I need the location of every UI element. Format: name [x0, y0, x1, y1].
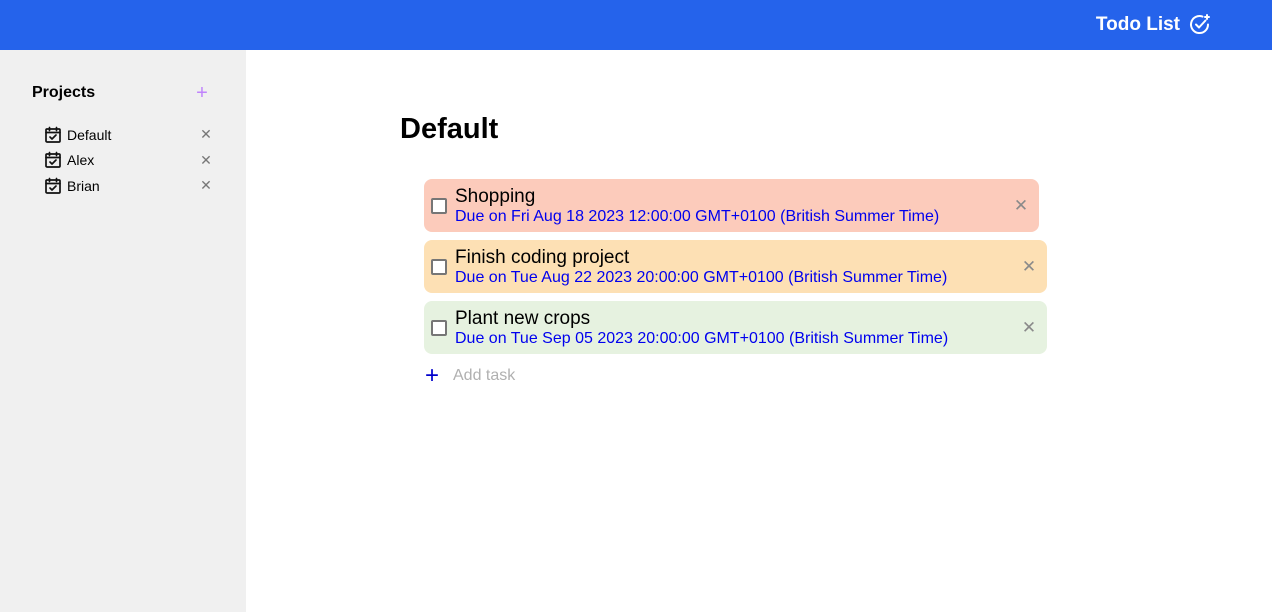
add-task-input[interactable]: [453, 367, 653, 385]
calendar-check-icon: [44, 177, 62, 195]
task-item[interactable]: Finish coding project Due on Tue Aug 22 …: [424, 240, 1047, 293]
task-name: Plant new crops: [455, 307, 591, 329]
add-project-button[interactable]: +: [192, 83, 212, 103]
project-name: Brian: [67, 177, 100, 194]
sidebar: Projects + Default ✕ Alex ✕ Brian ✕: [0, 50, 246, 612]
task-due-date: Due on Tue Sep 05 2023 20:00:00 GMT+0100…: [455, 329, 949, 347]
project-item-default[interactable]: Default ✕: [44, 122, 214, 148]
task-checkbox[interactable]: [431, 258, 447, 275]
task-checkbox[interactable]: [431, 197, 447, 214]
delete-task-button[interactable]: ✕: [1020, 257, 1038, 277]
app-header: Todo List: [0, 0, 1272, 50]
app-title-text: Todo List: [1095, 14, 1180, 35]
check-badge-icon: [1188, 13, 1212, 37]
projects-title: Projects: [32, 84, 96, 101]
delete-project-button[interactable]: ✕: [198, 177, 214, 194]
calendar-check-icon: [44, 151, 62, 169]
project-item-alex[interactable]: Alex ✕: [44, 148, 214, 174]
task-item[interactable]: Plant new crops Due on Tue Sep 05 2023 2…: [424, 301, 1047, 354]
task-item[interactable]: Shopping Due on Fri Aug 18 2023 12:00:00…: [424, 179, 1039, 232]
delete-task-button[interactable]: ✕: [1020, 318, 1038, 338]
project-list: Default ✕ Alex ✕ Brian ✕: [44, 122, 214, 199]
delete-project-button[interactable]: ✕: [198, 152, 214, 169]
task-texts: Plant new crops Due on Tue Sep 05 2023 2…: [455, 308, 1020, 348]
add-task-row: +: [424, 364, 653, 388]
task-texts: Shopping Due on Fri Aug 18 2023 12:00:00…: [455, 186, 1012, 226]
calendar-check-icon: [44, 126, 62, 144]
app-title: Todo List: [1096, 13, 1212, 37]
project-item-brian[interactable]: Brian ✕: [44, 173, 214, 199]
add-task-button[interactable]: +: [424, 364, 440, 388]
task-name: Shopping: [455, 185, 536, 207]
task-texts: Finish coding project Due on Tue Aug 22 …: [455, 247, 1020, 287]
project-name: Alex: [67, 152, 95, 169]
delete-project-button[interactable]: ✕: [198, 126, 214, 143]
task-name: Finish coding project: [455, 246, 630, 268]
task-due-date: Due on Fri Aug 18 2023 12:00:00 GMT+0100…: [455, 207, 940, 225]
main-content: Default Shopping Due on Fri Aug 18 2023 …: [246, 50, 1272, 612]
task-due-date: Due on Tue Aug 22 2023 20:00:00 GMT+0100…: [455, 268, 948, 286]
project-name: Default: [67, 126, 112, 143]
task-checkbox[interactable]: [431, 319, 447, 336]
delete-task-button[interactable]: ✕: [1012, 196, 1030, 216]
project-title: Default: [400, 113, 499, 145]
projects-header: Projects +: [32, 83, 212, 103]
